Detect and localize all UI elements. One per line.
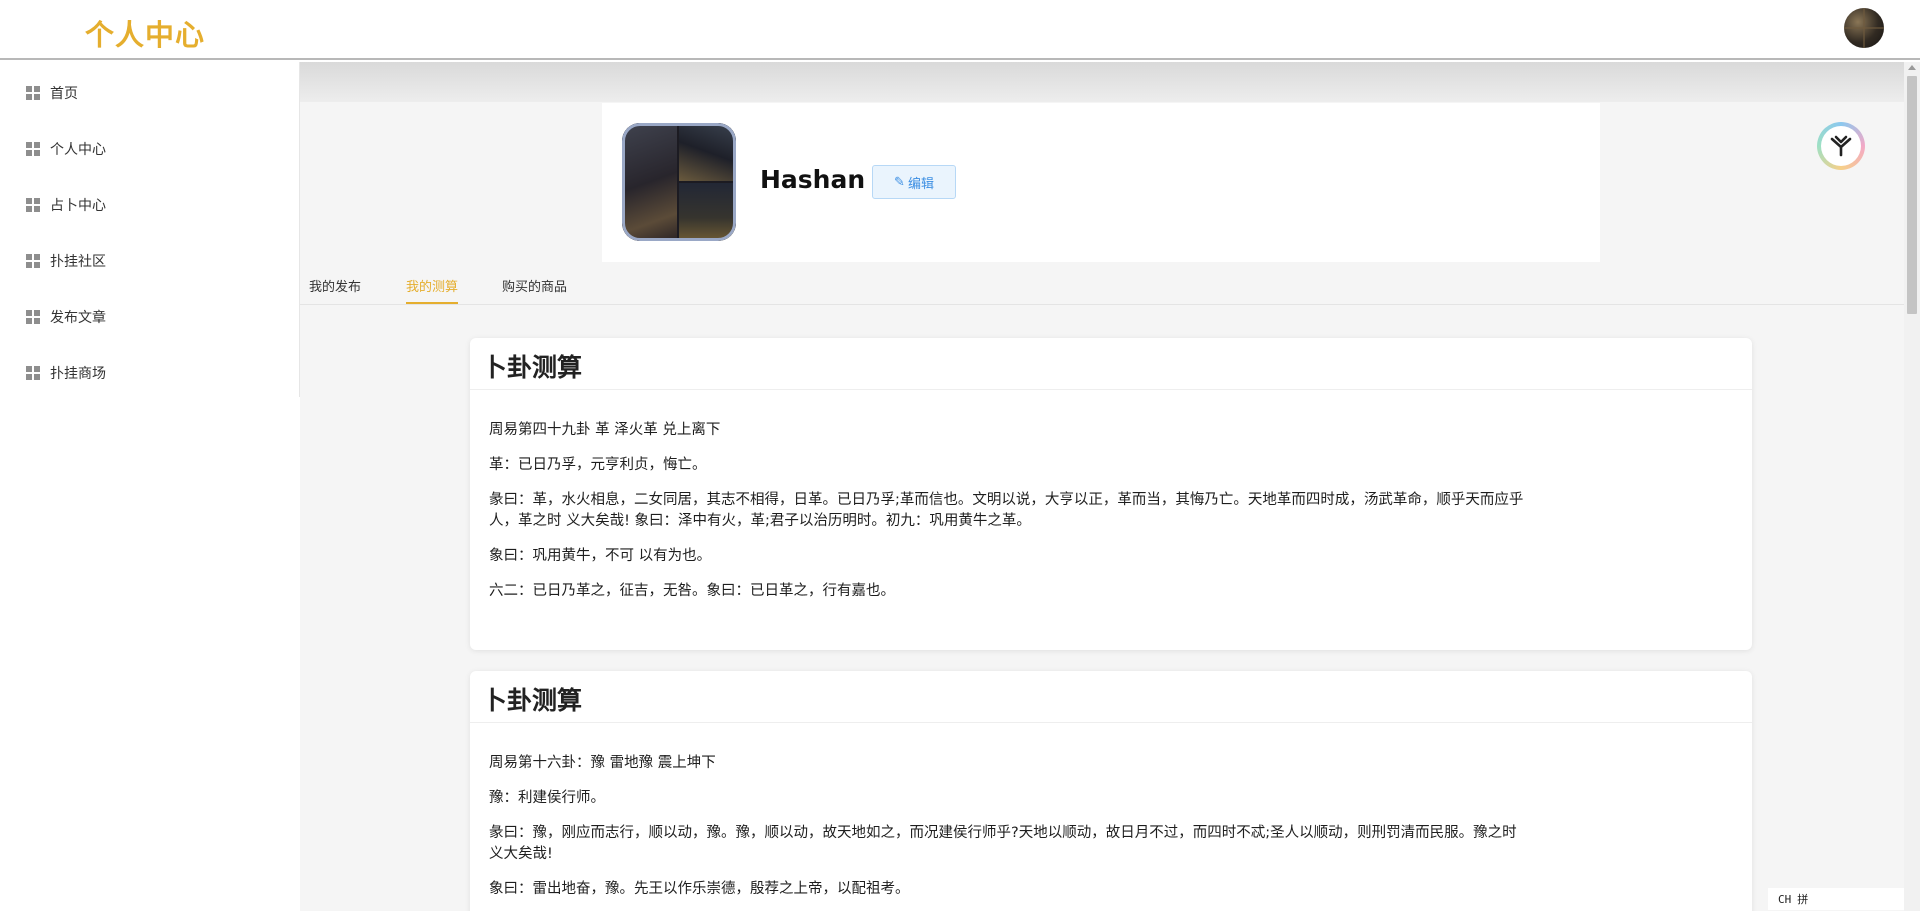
ime-mode: 拼: [1797, 893, 1809, 906]
sidebar: 首页 个人中心 占卜中心 扑挂社区 发布文章 扑挂商场: [0, 62, 300, 397]
vertical-scrollbar[interactable]: [1904, 62, 1920, 911]
card-paragraph: 彖曰：豫，刚应而志行，顺以动，豫。豫，顺以动，故天地如之，而况建侯行师乎?天地以…: [489, 825, 1517, 862]
sidebar-item-label: 首页: [50, 86, 78, 102]
profile-name: Hashan: [760, 165, 866, 194]
card-title: 卜卦测算: [470, 671, 1752, 723]
main-content: Hashan ✎ 编辑 我的发布 我的测算 购买的商品 卜卦测算 周易第四十九卦…: [300, 62, 1904, 911]
card-paragraph: 周易第十六卦：豫 雷地豫 震上坤下: [489, 755, 716, 771]
page-title: 个人中心: [85, 18, 206, 52]
sidebar-item-personal-center[interactable]: 个人中心: [26, 137, 106, 161]
profile-tabs: 我的发布 我的测算 购买的商品: [300, 268, 1904, 305]
grid-icon: [26, 366, 40, 380]
main-header-band: [300, 62, 1904, 102]
card-paragraph: 象曰：巩用黄牛，不可 以有为也。: [489, 548, 712, 564]
card-paragraph: 象曰：雷出地奋，豫。先王以作乐崇德，殷荐之上帝，以配祖考。: [489, 881, 910, 897]
sidebar-item-mall[interactable]: 扑挂商场: [26, 361, 106, 385]
sidebar-item-publish-article[interactable]: 发布文章: [26, 305, 106, 329]
card-title: 卜卦测算: [470, 338, 1752, 390]
tab-my-divinations[interactable]: 我的测算: [406, 268, 459, 304]
grid-icon: [26, 142, 40, 156]
sidebar-item-label: 扑挂社区: [50, 254, 106, 270]
edit-button-label: 编辑: [907, 176, 934, 192]
scroll-up-icon[interactable]: [1908, 65, 1916, 70]
grid-icon: [26, 86, 40, 100]
ime-indicator: CH 拼: [1768, 888, 1904, 910]
tab-purchased-items[interactable]: 购买的商品: [502, 268, 567, 303]
card-paragraph: 革：已日乃孚，元亨利贞，悔亡。: [489, 457, 707, 473]
floating-logo-icon[interactable]: [1817, 122, 1865, 170]
profile-photo: [622, 123, 736, 241]
tab-my-posts[interactable]: 我的发布: [309, 268, 361, 303]
sidebar-item-divination-center[interactable]: 占卜中心: [26, 193, 106, 217]
user-avatar[interactable]: [1844, 8, 1884, 48]
sidebar-item-label: 个人中心: [50, 142, 106, 158]
card-body: 周易第十六卦：豫 雷地豫 震上坤下 豫：利建侯行师。 彖曰：豫，刚应而志行，顺以…: [470, 723, 1529, 900]
sidebar-item-label: 占卜中心: [50, 198, 106, 214]
top-bar: 个人中心: [0, 0, 1920, 60]
divination-card: 卜卦测算 周易第十六卦：豫 雷地豫 震上坤下 豫：利建侯行师。 彖曰：豫，刚应而…: [470, 671, 1752, 911]
profile-card: Hashan ✎ 编辑: [602, 103, 1600, 262]
card-body: 周易第四十九卦 革 泽火革 兑上离下 革：已日乃孚，元亨利贞，悔亡。 彖曰：革，…: [470, 390, 1529, 602]
pen-icon: ✎: [894, 174, 905, 190]
card-paragraph: 六二：已日乃革之，征吉，无咎。象曰：已日革之，行有嘉也。: [489, 583, 895, 599]
edit-button[interactable]: ✎ 编辑: [872, 165, 956, 199]
sidebar-item-label: 扑挂商场: [50, 366, 106, 382]
card-paragraph: 彖曰：革，水火相息，二女同居，其志不相得，日革。已日乃孚;革而信也。文明以说，大…: [489, 492, 1524, 529]
sidebar-item-label: 发布文章: [50, 310, 106, 326]
ime-language: CH: [1778, 892, 1792, 906]
grid-icon: [26, 254, 40, 268]
divination-card: 卜卦测算 周易第四十九卦 革 泽火革 兑上离下 革：已日乃孚，元亨利贞，悔亡。 …: [470, 338, 1752, 650]
sidebar-item-community[interactable]: 扑挂社区: [26, 249, 106, 273]
sidebar-item-home[interactable]: 首页: [26, 81, 78, 105]
scrollbar-thumb[interactable]: [1907, 76, 1917, 314]
grid-icon: [26, 198, 40, 212]
card-paragraph: 周易第四十九卦 革 泽火革 兑上离下: [489, 422, 721, 438]
card-paragraph: 豫：利建侯行师。: [489, 790, 605, 806]
grid-icon: [26, 310, 40, 324]
